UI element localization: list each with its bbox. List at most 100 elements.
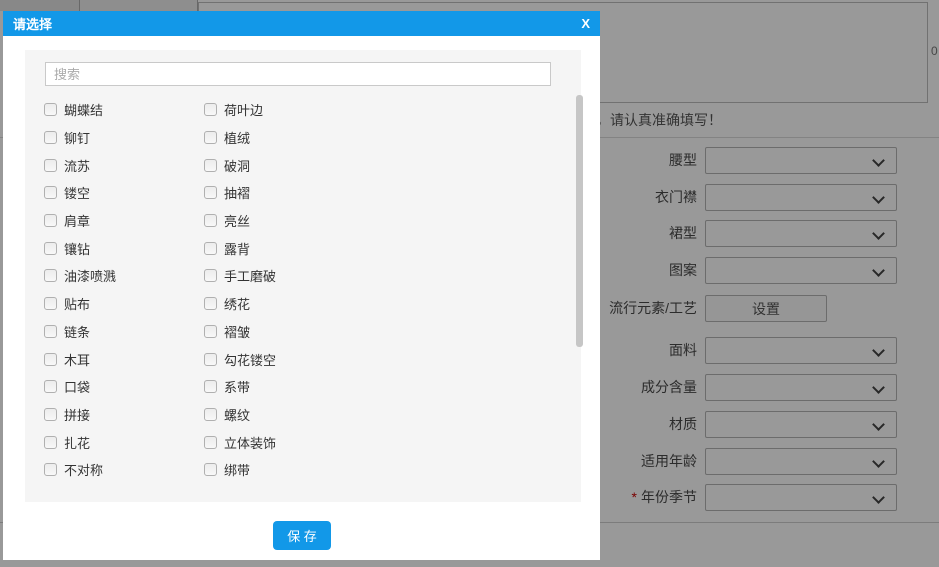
option-item[interactable]: 螺纹: [204, 401, 573, 429]
option-item[interactable]: 油漆喷溅: [25, 262, 204, 290]
option-item[interactable]: 立体装饰: [204, 428, 573, 456]
option-checkbox[interactable]: [44, 352, 57, 366]
option-checkbox[interactable]: [44, 407, 57, 421]
option-checkbox[interactable]: [204, 407, 217, 421]
option-row: 镶钻 露背: [25, 234, 573, 262]
option-label: 链条: [64, 324, 91, 340]
option-row: 扎花 立体装饰: [25, 428, 573, 456]
option-label: 立体装饰: [224, 435, 277, 451]
option-checkbox[interactable]: [204, 463, 217, 477]
option-checkbox[interactable]: [204, 158, 217, 172]
option-label: 螺纹: [224, 407, 251, 423]
option-row: 肩章 亮丝: [25, 207, 573, 235]
option-item[interactable]: 抽褶: [204, 179, 573, 207]
option-checkbox[interactable]: [204, 352, 217, 366]
option-item[interactable]: 肩章: [25, 207, 204, 235]
option-label: 油漆喷溅: [64, 269, 117, 285]
option-row: 拼接 螺纹: [25, 401, 573, 429]
save-button[interactable]: 保 存: [273, 521, 331, 550]
option-item[interactable]: 不对称: [25, 456, 204, 484]
option-row: 链条 褶皱: [25, 318, 573, 346]
option-label: 勾花镂空: [224, 352, 277, 368]
option-item[interactable]: 链条: [25, 318, 204, 346]
option-row: 不对称 绑带: [25, 456, 573, 484]
option-checkbox[interactable]: [204, 241, 217, 255]
option-checkbox[interactable]: [44, 214, 57, 228]
option-label: 露背: [224, 241, 251, 257]
option-label: 手工磨破: [224, 269, 277, 285]
option-label: 镂空: [64, 186, 91, 202]
option-row: 流苏 破洞: [25, 151, 573, 179]
option-label: 贴布: [64, 297, 91, 313]
option-row: 铆钉 植绒: [25, 124, 573, 152]
option-item[interactable]: 镂空: [25, 179, 204, 207]
option-item[interactable]: 植绒: [204, 124, 573, 152]
options-panel: 蝴蝶结 荷叶边铆钉 植绒流苏 破洞镂空 抽褶肩章 亮丝镶钻 露背油漆喷溅 手工磨破贴布 绣花链条…: [25, 50, 583, 502]
option-label: 蝴蝶结: [64, 103, 104, 119]
screen: 0 ，请认真准确填写！ 腰型 衣门襟 裙型 图案 流行元素/工艺 设置 面料 成分含量 材质 适用…: [0, 0, 939, 567]
option-label: 破洞: [224, 158, 251, 174]
option-item[interactable]: 绣花: [204, 290, 573, 318]
option-label: 荷叶边: [224, 103, 264, 119]
option-label: 铆钉: [64, 131, 91, 147]
option-item[interactable]: 勾花镂空: [204, 345, 573, 373]
option-label: 褶皱: [224, 324, 251, 340]
option-item[interactable]: 流苏: [25, 151, 204, 179]
option-label: 抽褶: [224, 186, 251, 202]
option-item[interactable]: 木耳: [25, 345, 204, 373]
option-label: 扎花: [64, 435, 91, 451]
option-label: 流苏: [64, 158, 91, 174]
option-checkbox[interactable]: [44, 324, 57, 338]
option-label: 口袋: [64, 380, 91, 396]
search-input[interactable]: [45, 62, 551, 86]
scrollbar-thumb[interactable]: [576, 95, 583, 347]
option-item[interactable]: 亮丝: [204, 207, 573, 235]
option-checkbox[interactable]: [204, 380, 217, 394]
option-item[interactable]: 系带: [204, 373, 573, 401]
option-label: 肩章: [64, 214, 91, 230]
option-checkbox[interactable]: [44, 297, 57, 311]
option-checkbox[interactable]: [204, 435, 217, 449]
option-checkbox[interactable]: [204, 186, 217, 200]
option-item[interactable]: 蝴蝶结: [25, 96, 204, 124]
option-item[interactable]: 贴布: [25, 290, 204, 318]
option-item[interactable]: 拼接: [25, 401, 204, 429]
option-item[interactable]: 绑带: [204, 456, 573, 484]
option-checkbox[interactable]: [204, 297, 217, 311]
option-item[interactable]: 镶钻: [25, 234, 204, 262]
option-checkbox[interactable]: [204, 214, 217, 228]
option-row: 木耳 勾花镂空: [25, 345, 573, 373]
option-item[interactable]: 褶皱: [204, 318, 573, 346]
option-label: 绣花: [224, 297, 251, 313]
select-dialog: 请选择 X 蝴蝶结 荷叶边铆钉 植绒流苏 破洞镂空 抽褶肩章 亮丝镶钻 露背油漆喷溅 手工磨破…: [3, 11, 600, 560]
option-row: 油漆喷溅 手工磨破: [25, 262, 573, 290]
option-checkbox[interactable]: [44, 435, 57, 449]
option-checkbox[interactable]: [204, 131, 217, 145]
option-item[interactable]: 荷叶边: [204, 96, 573, 124]
option-checkbox[interactable]: [44, 131, 57, 145]
option-checkbox[interactable]: [44, 269, 57, 283]
option-checkbox[interactable]: [44, 186, 57, 200]
option-label: 拼接: [64, 407, 91, 423]
option-item[interactable]: 口袋: [25, 373, 204, 401]
options-list: 蝴蝶结 荷叶边铆钉 植绒流苏 破洞镂空 抽褶肩章 亮丝镶钻 露背油漆喷溅 手工磨破贴布 绣花链条…: [25, 96, 573, 484]
option-checkbox[interactable]: [44, 103, 57, 117]
option-checkbox[interactable]: [44, 158, 57, 172]
option-item[interactable]: 手工磨破: [204, 262, 573, 290]
option-item[interactable]: 铆钉: [25, 124, 204, 152]
option-checkbox[interactable]: [204, 269, 217, 283]
option-item[interactable]: 露背: [204, 234, 573, 262]
close-icon[interactable]: X: [581, 11, 590, 36]
option-checkbox[interactable]: [44, 380, 57, 394]
option-label: 镶钻: [64, 241, 91, 257]
option-row: 蝴蝶结 荷叶边: [25, 96, 573, 124]
option-checkbox[interactable]: [44, 463, 57, 477]
dialog-header: 请选择 X: [3, 11, 600, 36]
option-item[interactable]: 扎花: [25, 428, 204, 456]
option-checkbox[interactable]: [44, 241, 57, 255]
option-label: 植绒: [224, 131, 251, 147]
option-checkbox[interactable]: [204, 324, 217, 338]
option-item[interactable]: 破洞: [204, 151, 573, 179]
dialog-title: 请选择: [13, 17, 53, 32]
option-checkbox[interactable]: [204, 103, 217, 117]
